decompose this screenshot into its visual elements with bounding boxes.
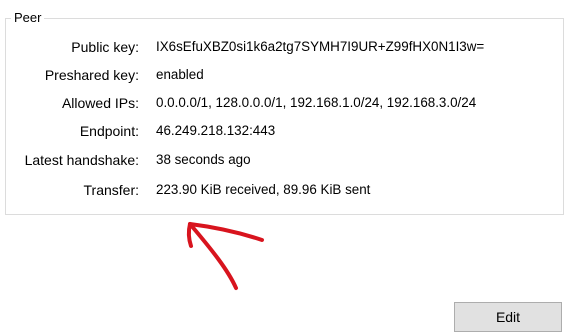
- preshared-key-row: Preshared key: enabled: [0, 65, 574, 85]
- endpoint-row: Endpoint: 46.249.218.132:443: [0, 121, 574, 141]
- latest-handshake-row: Latest handshake: 38 seconds ago: [0, 150, 574, 170]
- transfer-label: Transfer:: [83, 182, 140, 198]
- latest-handshake-label: Latest handshake:: [24, 152, 139, 168]
- allowed-ips-value: 0.0.0.0/1, 128.0.0.0/1, 192.168.1.0/24, …: [156, 95, 477, 110]
- preshared-key-value: enabled: [156, 67, 204, 82]
- hand-drawn-arrow-icon: [186, 222, 264, 290]
- latest-handshake-value: 38 seconds ago: [156, 152, 251, 167]
- preshared-key-label: Preshared key:: [44, 67, 139, 83]
- transfer-row: Transfer: 223.90 KiB received, 89.96 KiB…: [0, 180, 574, 200]
- public-key-row: Public key: IX6sEfuXBZ0si1k6a2tg7SYMH7I9…: [0, 37, 574, 57]
- arrow-head-left: [186, 222, 193, 248]
- edit-button[interactable]: Edit: [454, 302, 562, 332]
- arrow-stroke: [188, 222, 238, 290]
- peer-group-title: Peer: [11, 10, 45, 26]
- allowed-ips-row: Allowed IPs: 0.0.0.0/1, 128.0.0.0/1, 192…: [0, 93, 574, 113]
- public-key-value: IX6sEfuXBZ0si1k6a2tg7SYMH7I9UR+Z99fHX0N1…: [156, 39, 485, 54]
- allowed-ips-label: Allowed IPs:: [61, 95, 139, 111]
- endpoint-label: Endpoint:: [79, 123, 139, 139]
- transfer-value: 223.90 KiB received, 89.96 KiB sent: [156, 182, 371, 197]
- endpoint-value: 46.249.218.132:443: [156, 123, 276, 138]
- public-key-label: Public key:: [71, 39, 139, 55]
